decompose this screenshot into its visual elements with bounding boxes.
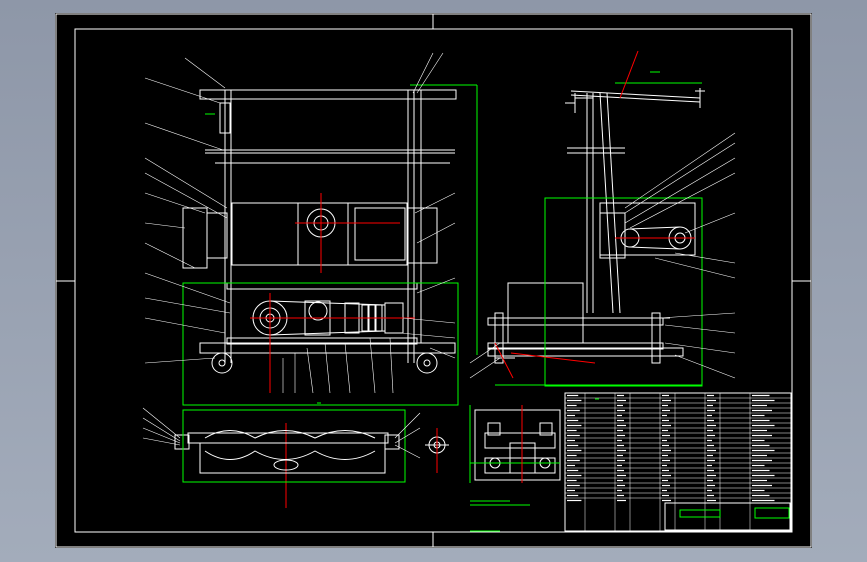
drawing-sheet	[55, 13, 812, 548]
title-block-grid	[565, 393, 791, 531]
title-block-drawing-no	[754, 507, 790, 519]
bottom-view-box	[182, 409, 406, 483]
bottom-view	[174, 430, 400, 474]
section-detail	[474, 409, 561, 481]
title-block-green-mark	[679, 509, 721, 518]
cad-drawing	[55, 13, 812, 548]
cad-viewport[interactable]	[0, 0, 867, 562]
front-view	[182, 89, 457, 374]
sheet-border	[55, 13, 812, 548]
title-block	[564, 392, 792, 532]
section-detail-green	[469, 405, 560, 506]
side-view	[487, 88, 705, 364]
front-center-lines	[250, 193, 415, 508]
side-view-section-box	[544, 197, 703, 387]
